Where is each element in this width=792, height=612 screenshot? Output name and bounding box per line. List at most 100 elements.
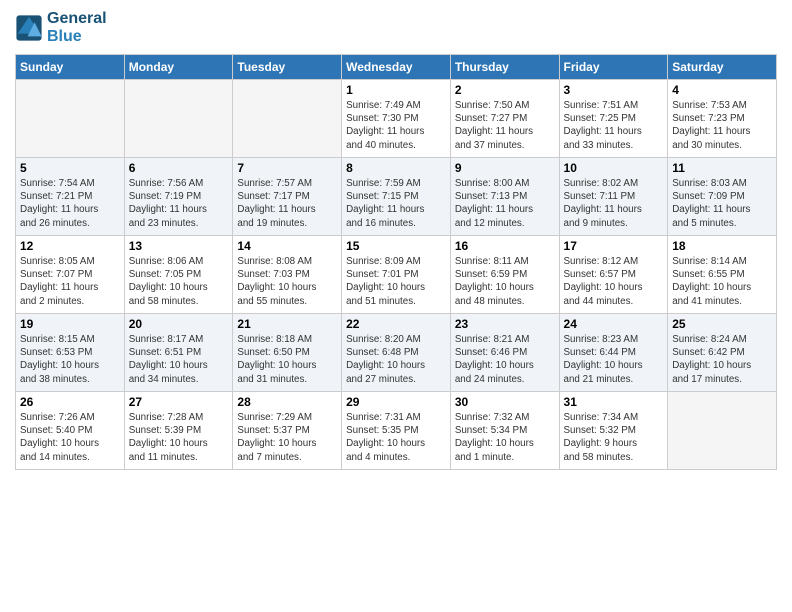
- day-number: 26: [20, 395, 120, 409]
- calendar-day-cell: 8Sunrise: 7:59 AM Sunset: 7:15 PM Daylig…: [342, 158, 451, 236]
- calendar-day-cell: 26 Sunrise: 7:26 AM Sunset: 5:40 PM Dayli…: [16, 392, 125, 470]
- calendar-day-cell: 10 Sunrise: 8:02 AM Sunset: 7:11 PM Dayli…: [559, 158, 668, 236]
- calendar-day-cell: 23Sunrise: 8:21 AM Sunset: 6:46 PM Dayli…: [450, 314, 559, 392]
- day-info: Sunrise: 7:49 AM Sunset: 7:30 PM Dayligh…: [346, 99, 446, 152]
- calendar-day-cell: 13Sunrise: 8:06 AM Sunset: 7:05 PM Dayli…: [124, 236, 233, 314]
- day-info: Sunrise: 8:09 AM Sunset: 7:01 PM Dayligh…: [346, 255, 446, 308]
- day-number: 12: [20, 239, 120, 253]
- calendar-day-cell: 19 Sunrise: 8:15 AM Sunset: 6:53 PM Dayli…: [16, 314, 125, 392]
- calendar-week-row: 5 Sunrise: 7:54 AM Sunset: 7:21 PM Daylig…: [16, 158, 777, 236]
- day-info: Sunrise: 7:53 AM Sunset: 7:23 PM Dayligh…: [672, 99, 772, 152]
- calendar-day-cell: 29 Sunrise: 7:31 AM Sunset: 5:35 PM Dayli…: [342, 392, 451, 470]
- calendar-day-cell: 12Sunrise: 8:05 AM Sunset: 7:07 PM Dayli…: [16, 236, 125, 314]
- day-info: Sunrise: 7:59 AM Sunset: 7:15 PM Dayligh…: [346, 177, 446, 230]
- day-number: 30: [455, 395, 555, 409]
- calendar-day-cell: 25 Sunrise: 8:24 AM Sunset: 6:42 PM Dayli…: [668, 314, 777, 392]
- day-number: 6: [129, 161, 229, 175]
- calendar-day-cell: 20 Sunrise: 8:17 AM Sunset: 6:51 PM Dayli…: [124, 314, 233, 392]
- day-number: 27: [129, 395, 229, 409]
- day-info: Sunrise: 8:23 AM Sunset: 6:44 PM Dayligh…: [564, 333, 664, 386]
- calendar-day-cell: 4 Sunrise: 7:53 AM Sunset: 7:23 PM Daylig…: [668, 80, 777, 158]
- day-info: Sunrise: 8:24 AM Sunset: 6:42 PM Dayligh…: [672, 333, 772, 386]
- logo: General Blue: [15, 10, 107, 46]
- calendar-week-row: 26 Sunrise: 7:26 AM Sunset: 5:40 PM Dayli…: [16, 392, 777, 470]
- weekday-header: Saturday: [668, 55, 777, 80]
- day-number: 10: [564, 161, 664, 175]
- day-info: Sunrise: 7:26 AM Sunset: 5:40 PM Dayligh…: [20, 411, 120, 464]
- logo-text: General Blue: [47, 10, 107, 46]
- day-info: Sunrise: 7:51 AM Sunset: 7:25 PM Dayligh…: [564, 99, 664, 152]
- weekday-header: Sunday: [16, 55, 125, 80]
- day-number: 15: [346, 239, 446, 253]
- day-number: 22: [346, 317, 446, 331]
- day-number: 24: [564, 317, 664, 331]
- calendar-day-cell: 16Sunrise: 8:11 AM Sunset: 6:59 PM Dayli…: [450, 236, 559, 314]
- day-number: 2: [455, 83, 555, 97]
- calendar-day-cell: 9 Sunrise: 8:00 AM Sunset: 7:13 PM Daylig…: [450, 158, 559, 236]
- day-number: 31: [564, 395, 664, 409]
- day-number: 14: [237, 239, 337, 253]
- logo-icon: [15, 14, 43, 42]
- calendar-day-cell: 18 Sunrise: 8:14 AM Sunset: 6:55 PM Dayli…: [668, 236, 777, 314]
- calendar-day-cell: [124, 80, 233, 158]
- calendar-day-cell: 22 Sunrise: 8:20 AM Sunset: 6:48 PM Dayli…: [342, 314, 451, 392]
- day-info: Sunrise: 8:03 AM Sunset: 7:09 PM Dayligh…: [672, 177, 772, 230]
- day-info: Sunrise: 7:29 AM Sunset: 5:37 PM Dayligh…: [237, 411, 337, 464]
- day-info: Sunrise: 7:31 AM Sunset: 5:35 PM Dayligh…: [346, 411, 446, 464]
- day-info: Sunrise: 8:08 AM Sunset: 7:03 PM Dayligh…: [237, 255, 337, 308]
- day-info: Sunrise: 8:11 AM Sunset: 6:59 PM Dayligh…: [455, 255, 555, 308]
- day-number: 18: [672, 239, 772, 253]
- calendar-table: SundayMondayTuesdayWednesdayThursdayFrid…: [15, 54, 777, 470]
- day-number: 3: [564, 83, 664, 97]
- day-number: 29: [346, 395, 446, 409]
- calendar-week-row: 1 Sunrise: 7:49 AM Sunset: 7:30 PM Daylig…: [16, 80, 777, 158]
- weekday-header: Wednesday: [342, 55, 451, 80]
- calendar-day-cell: 2 Sunrise: 7:50 AM Sunset: 7:27 PM Daylig…: [450, 80, 559, 158]
- calendar-day-cell: 24 Sunrise: 8:23 AM Sunset: 6:44 PM Dayli…: [559, 314, 668, 392]
- day-number: 1: [346, 83, 446, 97]
- day-info: Sunrise: 8:20 AM Sunset: 6:48 PM Dayligh…: [346, 333, 446, 386]
- day-info: Sunrise: 8:02 AM Sunset: 7:11 PM Dayligh…: [564, 177, 664, 230]
- day-number: 23: [455, 317, 555, 331]
- day-info: Sunrise: 8:15 AM Sunset: 6:53 PM Dayligh…: [20, 333, 120, 386]
- day-number: 4: [672, 83, 772, 97]
- header: General Blue: [15, 10, 777, 46]
- day-info: Sunrise: 7:56 AM Sunset: 7:19 PM Dayligh…: [129, 177, 229, 230]
- day-info: Sunrise: 8:12 AM Sunset: 6:57 PM Dayligh…: [564, 255, 664, 308]
- calendar-week-row: 19 Sunrise: 8:15 AM Sunset: 6:53 PM Dayli…: [16, 314, 777, 392]
- calendar-day-cell: [668, 392, 777, 470]
- page-container: General Blue SundayMondayTuesdayWednesda…: [0, 0, 792, 612]
- calendar-day-cell: 17 Sunrise: 8:12 AM Sunset: 6:57 PM Dayli…: [559, 236, 668, 314]
- calendar-day-cell: 11 Sunrise: 8:03 AM Sunset: 7:09 PM Dayli…: [668, 158, 777, 236]
- calendar-day-cell: 3 Sunrise: 7:51 AM Sunset: 7:25 PM Daylig…: [559, 80, 668, 158]
- day-info: Sunrise: 7:57 AM Sunset: 7:17 PM Dayligh…: [237, 177, 337, 230]
- calendar-day-cell: 5 Sunrise: 7:54 AM Sunset: 7:21 PM Daylig…: [16, 158, 125, 236]
- calendar-day-cell: 15 Sunrise: 8:09 AM Sunset: 7:01 PM Dayli…: [342, 236, 451, 314]
- day-number: 17: [564, 239, 664, 253]
- day-number: 5: [20, 161, 120, 175]
- day-info: Sunrise: 7:34 AM Sunset: 5:32 PM Dayligh…: [564, 411, 664, 464]
- calendar-day-cell: 31 Sunrise: 7:34 AM Sunset: 5:32 PM Dayli…: [559, 392, 668, 470]
- calendar-day-cell: 30Sunrise: 7:32 AM Sunset: 5:34 PM Dayli…: [450, 392, 559, 470]
- calendar-day-cell: 14 Sunrise: 8:08 AM Sunset: 7:03 PM Dayli…: [233, 236, 342, 314]
- day-info: Sunrise: 8:18 AM Sunset: 6:50 PM Dayligh…: [237, 333, 337, 386]
- weekday-header: Friday: [559, 55, 668, 80]
- calendar-day-cell: 1 Sunrise: 7:49 AM Sunset: 7:30 PM Daylig…: [342, 80, 451, 158]
- calendar-day-cell: 27 Sunrise: 7:28 AM Sunset: 5:39 PM Dayli…: [124, 392, 233, 470]
- day-number: 11: [672, 161, 772, 175]
- day-info: Sunrise: 8:14 AM Sunset: 6:55 PM Dayligh…: [672, 255, 772, 308]
- day-number: 7: [237, 161, 337, 175]
- day-info: Sunrise: 8:17 AM Sunset: 6:51 PM Dayligh…: [129, 333, 229, 386]
- day-info: Sunrise: 7:54 AM Sunset: 7:21 PM Dayligh…: [20, 177, 120, 230]
- day-info: Sunrise: 8:00 AM Sunset: 7:13 PM Dayligh…: [455, 177, 555, 230]
- day-number: 9: [455, 161, 555, 175]
- day-number: 25: [672, 317, 772, 331]
- day-number: 20: [129, 317, 229, 331]
- day-number: 19: [20, 317, 120, 331]
- calendar-day-cell: 6 Sunrise: 7:56 AM Sunset: 7:19 PM Daylig…: [124, 158, 233, 236]
- day-number: 28: [237, 395, 337, 409]
- day-info: Sunrise: 7:28 AM Sunset: 5:39 PM Dayligh…: [129, 411, 229, 464]
- day-number: 21: [237, 317, 337, 331]
- day-info: Sunrise: 7:50 AM Sunset: 7:27 PM Dayligh…: [455, 99, 555, 152]
- calendar-week-row: 12Sunrise: 8:05 AM Sunset: 7:07 PM Dayli…: [16, 236, 777, 314]
